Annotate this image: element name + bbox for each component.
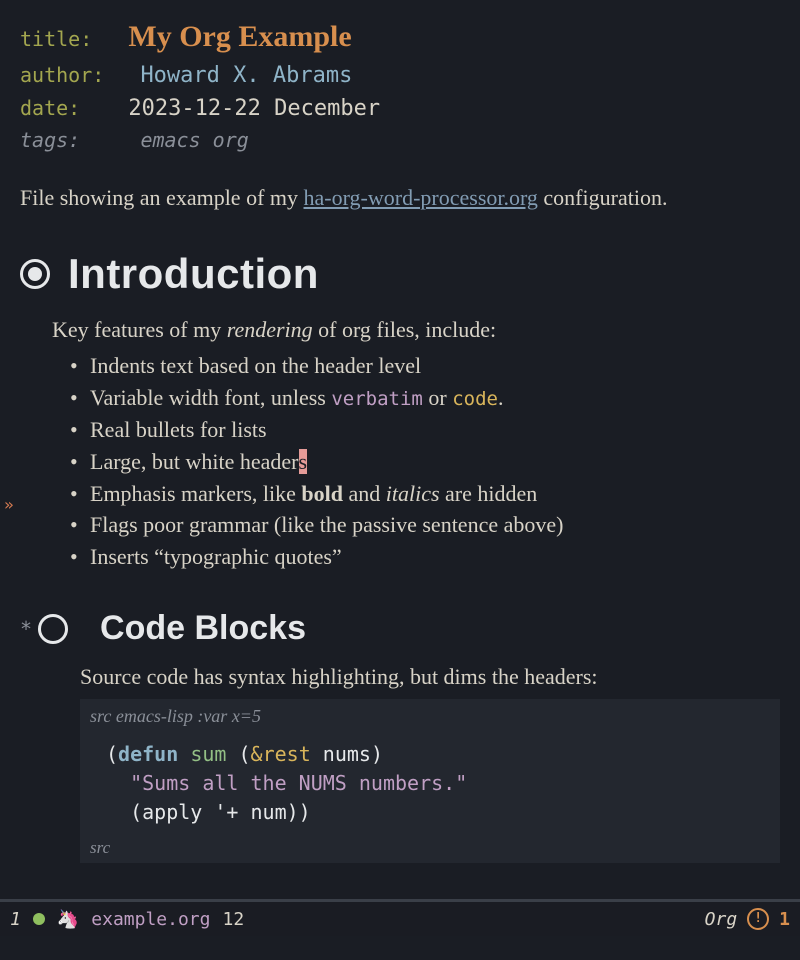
major-mode-label[interactable]: Org	[705, 906, 738, 933]
minibuffer[interactable]	[0, 936, 800, 960]
warning-icon[interactable]: !	[747, 908, 769, 930]
meta-key-author: author:	[20, 63, 104, 87]
warning-count: 1	[779, 906, 790, 933]
meta-date-line: date: 2023-12-22 December	[20, 92, 780, 125]
list-item: Inserts “typographic quotes”	[70, 541, 780, 573]
meta-author-line: author: Howard X. Abrams	[20, 59, 780, 92]
list-item: Emphasis markers, like bold and italics …	[70, 478, 780, 510]
list-item: Large, but white headers	[70, 446, 780, 478]
editor-buffer[interactable]: title: My Org Example author: Howard X. …	[0, 0, 800, 863]
features-list: Indents text based on the header level V…	[52, 350, 780, 573]
code-text: code	[452, 388, 498, 410]
meta-title-line: title: My Org Example	[20, 14, 780, 59]
heading-code-blocks: * Code Blocks	[20, 603, 780, 654]
config-link[interactable]: ha-org-word-processor.org	[304, 185, 538, 210]
doc-title: My Org Example	[128, 20, 351, 53]
heading-text: Code Blocks	[100, 603, 306, 654]
meta-key-date: date:	[20, 96, 80, 120]
line-number: 12	[222, 906, 244, 933]
src-block-footer: src	[80, 833, 780, 863]
doc-date: 2023-12-22 December	[128, 96, 380, 121]
source-code-block[interactable]: (defun sum (&rest nums) "Sums all the NU…	[80, 734, 780, 833]
list-item: Variable width font, unless verbatim or …	[70, 382, 780, 414]
text-cursor: s	[299, 449, 308, 474]
heading-star-icon: *	[20, 614, 32, 644]
doc-tags: emacs org	[140, 128, 248, 152]
status-dot-icon	[33, 913, 45, 925]
mode-line[interactable]: 1 🦄 example.org 12 Org ! 1	[0, 899, 800, 936]
heading-text: Introduction	[68, 242, 319, 305]
meta-key-tags: tags:	[20, 128, 80, 152]
verbatim-text: verbatim	[331, 388, 423, 410]
window-index: 1	[10, 906, 21, 933]
list-item: Indents text based on the header level	[70, 350, 780, 382]
list-item: Real bullets for lists	[70, 414, 780, 446]
major-mode-icon: 🦄	[57, 906, 79, 933]
heading-bullet-icon	[38, 614, 68, 644]
list-item: Flags poor grammar (like the passive sen…	[70, 509, 780, 541]
meta-tags-line: tags: emacs org	[20, 125, 780, 155]
buffer-name[interactable]: example.org	[91, 906, 210, 933]
src-block-header: src emacs-lisp :var x=5	[80, 699, 780, 734]
intro-paragraph: File showing an example of my ha-org-wor…	[20, 181, 780, 214]
meta-key-title: title:	[20, 27, 92, 51]
doc-author: Howard X. Abrams	[140, 63, 352, 88]
features-lead: Key features of my rendering of org file…	[52, 313, 780, 346]
code-blocks-paragraph: Source code has syntax highlighting, but…	[80, 660, 780, 693]
fringe-indicator-icon: »	[4, 493, 14, 517]
heading-introduction: Introduction	[20, 242, 780, 305]
heading-bullet-icon	[20, 259, 50, 289]
